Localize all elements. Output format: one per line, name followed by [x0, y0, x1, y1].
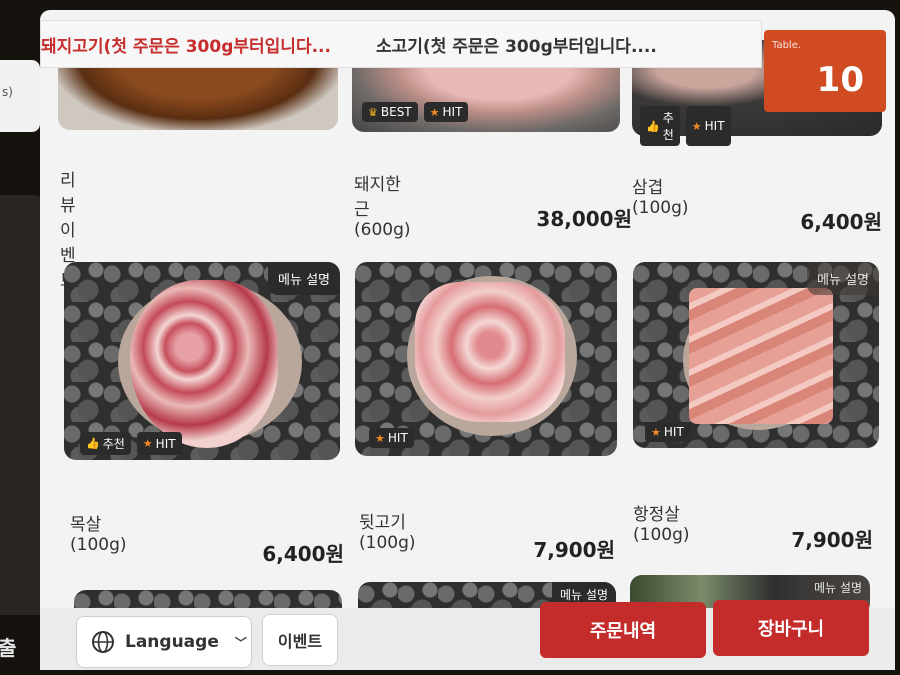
bottom-bar: Language ﹀ 이벤트 주문내역 장바구니 — [40, 600, 895, 670]
screen: s) 출 돼지고기(첫 주문은 300g부터입니다... 소고기(첫 주문은 3… — [0, 0, 900, 675]
left-category-panel — [0, 195, 44, 615]
recommend-badge: 👍 추천 — [640, 106, 680, 146]
exit-label[interactable]: 출 — [0, 632, 16, 661]
menu-description-button[interactable]: 메뉴 설명 — [807, 262, 879, 295]
thumbs-up-icon: 👍 — [86, 437, 100, 450]
menu-price: 38,000원 — [536, 207, 632, 231]
meat-image — [415, 282, 565, 422]
hit-badge: ★ HIT — [685, 106, 731, 146]
menu-photo[interactable]: 메뉴 설명 👍 추천 ★ HIT — [64, 262, 340, 460]
menu-price: 7,900원 — [533, 538, 615, 562]
menu-description-button[interactable]: 메뉴 설명 — [806, 575, 870, 600]
table-number: 10 — [816, 60, 864, 100]
left-category-tab[interactable]: s) — [0, 60, 40, 132]
star-icon: ★ — [429, 105, 440, 119]
menu-price: 6,400원 — [262, 542, 344, 566]
menu-price: 7,900원 — [791, 528, 873, 552]
badge-label: 추천 — [662, 111, 674, 142]
crown-icon: ♛ — [368, 105, 378, 119]
star-icon: ★ — [691, 119, 702, 133]
hit-badge: ★ HIT — [369, 428, 414, 448]
menu-name: 삼겹(100g) — [632, 178, 689, 218]
badge-row: ♛ BEST ★ HIT — [362, 102, 469, 122]
badge-label: BEST — [380, 105, 412, 119]
menu-description-button[interactable]: 메뉴 설명 — [268, 262, 340, 295]
hit-badge: ★ HIT — [136, 432, 182, 455]
star-icon: ★ — [142, 437, 153, 450]
cart-button[interactable]: 장바구니 — [713, 600, 869, 656]
kiosk-screen: 돼지고기(첫 주문은 300g부터입니다... 소고기(첫 주문은 300g부터… — [40, 10, 895, 670]
menu-photo[interactable]: ★ HIT — [355, 262, 617, 456]
chevron-down-icon: ﹀ — [234, 635, 247, 650]
hit-badge: ★ HIT — [423, 102, 469, 122]
table-number-badge: Table. 10 — [764, 30, 886, 112]
event-button[interactable]: 이벤트 — [262, 614, 338, 666]
meat-image — [689, 288, 833, 424]
left-tab-label: s) — [2, 85, 13, 99]
pork-notice: 돼지고기(첫 주문은 300g부터입니다... — [41, 36, 331, 57]
notice-banner: 돼지고기(첫 주문은 300g부터입니다... 소고기(첫 주문은 300g부터… — [40, 20, 762, 68]
order-history-button[interactable]: 주문내역 — [540, 602, 706, 658]
meat-image — [130, 280, 278, 448]
language-button[interactable]: Language ﹀ — [76, 616, 252, 668]
badge-label: HIT — [155, 436, 176, 451]
table-label: Table. — [772, 40, 802, 51]
badge-row: ★ HIT — [369, 428, 414, 448]
badge-label: 추천 — [102, 437, 125, 451]
badge-row: 👍 추천 ★ HIT — [80, 432, 182, 455]
beef-notice: 소고기(첫 주문은 300g부터입니다.... — [376, 36, 657, 57]
thumbs-up-icon: 👍 — [646, 119, 660, 133]
badge-label: HIT — [704, 119, 725, 133]
badge-row: 👍 추천 ★ HIT — [640, 106, 731, 146]
star-icon: ★ — [375, 431, 385, 445]
menu-name: 목살(100g) — [70, 515, 127, 555]
badge-row: ★ HIT — [645, 422, 690, 442]
badge-label: HIT — [387, 431, 408, 445]
recommend-badge: 👍 추천 — [80, 432, 131, 455]
best-badge: ♛ BEST — [362, 102, 418, 122]
globe-icon — [92, 631, 114, 653]
star-icon: ★ — [651, 425, 661, 439]
hit-badge: ★ HIT — [645, 422, 690, 442]
menu-name: 뒷고기(100g) — [359, 513, 416, 553]
menu-photo[interactable]: 메뉴 설명 ★ HIT — [633, 262, 879, 448]
menu-name: 돼지한근(600g) — [354, 175, 411, 240]
badge-label: HIT — [663, 425, 684, 439]
badge-label: HIT — [442, 105, 463, 119]
menu-name: 항정살(100g) — [633, 505, 690, 545]
language-label: Language — [125, 632, 219, 652]
menu-price: 6,400원 — [800, 210, 882, 234]
